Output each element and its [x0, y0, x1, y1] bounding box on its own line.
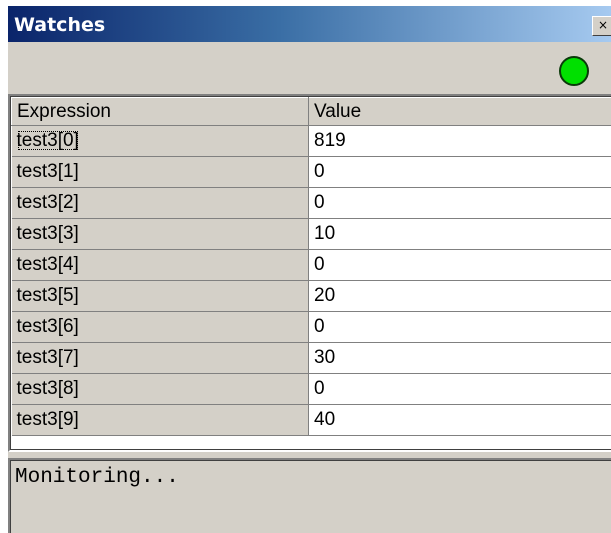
close-button[interactable]: × [592, 16, 611, 36]
column-header-expression[interactable]: Expression [11, 97, 309, 126]
close-icon: × [597, 18, 609, 32]
expression-cell[interactable]: test3[2] [11, 187, 309, 219]
expression-cell[interactable]: test3[7] [11, 342, 309, 374]
watches-window: Watches × Expression Value test3[0] 819 … [8, 6, 611, 533]
value-cell[interactable]: 0 [308, 311, 611, 343]
table-row[interactable]: test3[6] 0 [11, 311, 611, 343]
watch-grid: Expression Value test3[0] 819 test3[1] 0… [8, 94, 611, 452]
expression-cell[interactable]: test3[1] [11, 156, 309, 188]
window-title: Watches [14, 14, 106, 36]
expression-label: test3[0] [16, 130, 79, 151]
watch-table: Expression Value test3[0] 819 test3[1] 0… [11, 97, 611, 436]
table-row[interactable]: test3[2] 0 [11, 187, 611, 219]
table-row[interactable]: test3[3] 10 [11, 218, 611, 250]
value-cell[interactable]: 0 [308, 249, 611, 281]
table-row[interactable]: test3[5] 20 [11, 280, 611, 312]
status-indicator-icon [559, 56, 589, 86]
expression-cell[interactable]: test3[9] [11, 404, 309, 436]
table-row[interactable]: test3[8] 0 [11, 373, 611, 405]
value-cell[interactable]: 0 [308, 187, 611, 219]
value-cell[interactable]: 0 [308, 156, 611, 188]
table-row[interactable]: test3[9] 40 [11, 404, 611, 436]
table-row[interactable]: test3[0] 819 [11, 125, 611, 157]
expression-cell[interactable]: test3[5] [11, 280, 309, 312]
value-cell[interactable]: 20 [308, 280, 611, 312]
expression-cell[interactable]: test3[0] [11, 125, 309, 157]
value-cell[interactable]: 40 [308, 404, 611, 436]
value-cell[interactable]: 0 [308, 373, 611, 405]
table-row[interactable]: test3[7] 30 [11, 342, 611, 374]
table-row[interactable]: test3[1] 0 [11, 156, 611, 188]
title-bar[interactable]: Watches × [8, 6, 611, 42]
expression-cell[interactable]: test3[3] [11, 218, 309, 250]
value-cell[interactable]: 30 [308, 342, 611, 374]
output-pane[interactable]: Monitoring... [8, 458, 611, 533]
table-header-row: Expression Value [11, 97, 611, 126]
value-cell[interactable]: 10 [308, 218, 611, 250]
value-cell[interactable]: 819 [308, 125, 611, 157]
column-header-value[interactable]: Value [308, 97, 611, 126]
table-row[interactable]: test3[4] 0 [11, 249, 611, 281]
output-text: Monitoring... [10, 460, 611, 533]
expression-cell[interactable]: test3[8] [11, 373, 309, 405]
expression-cell[interactable]: test3[4] [11, 249, 309, 281]
expression-cell[interactable]: test3[6] [11, 311, 309, 343]
